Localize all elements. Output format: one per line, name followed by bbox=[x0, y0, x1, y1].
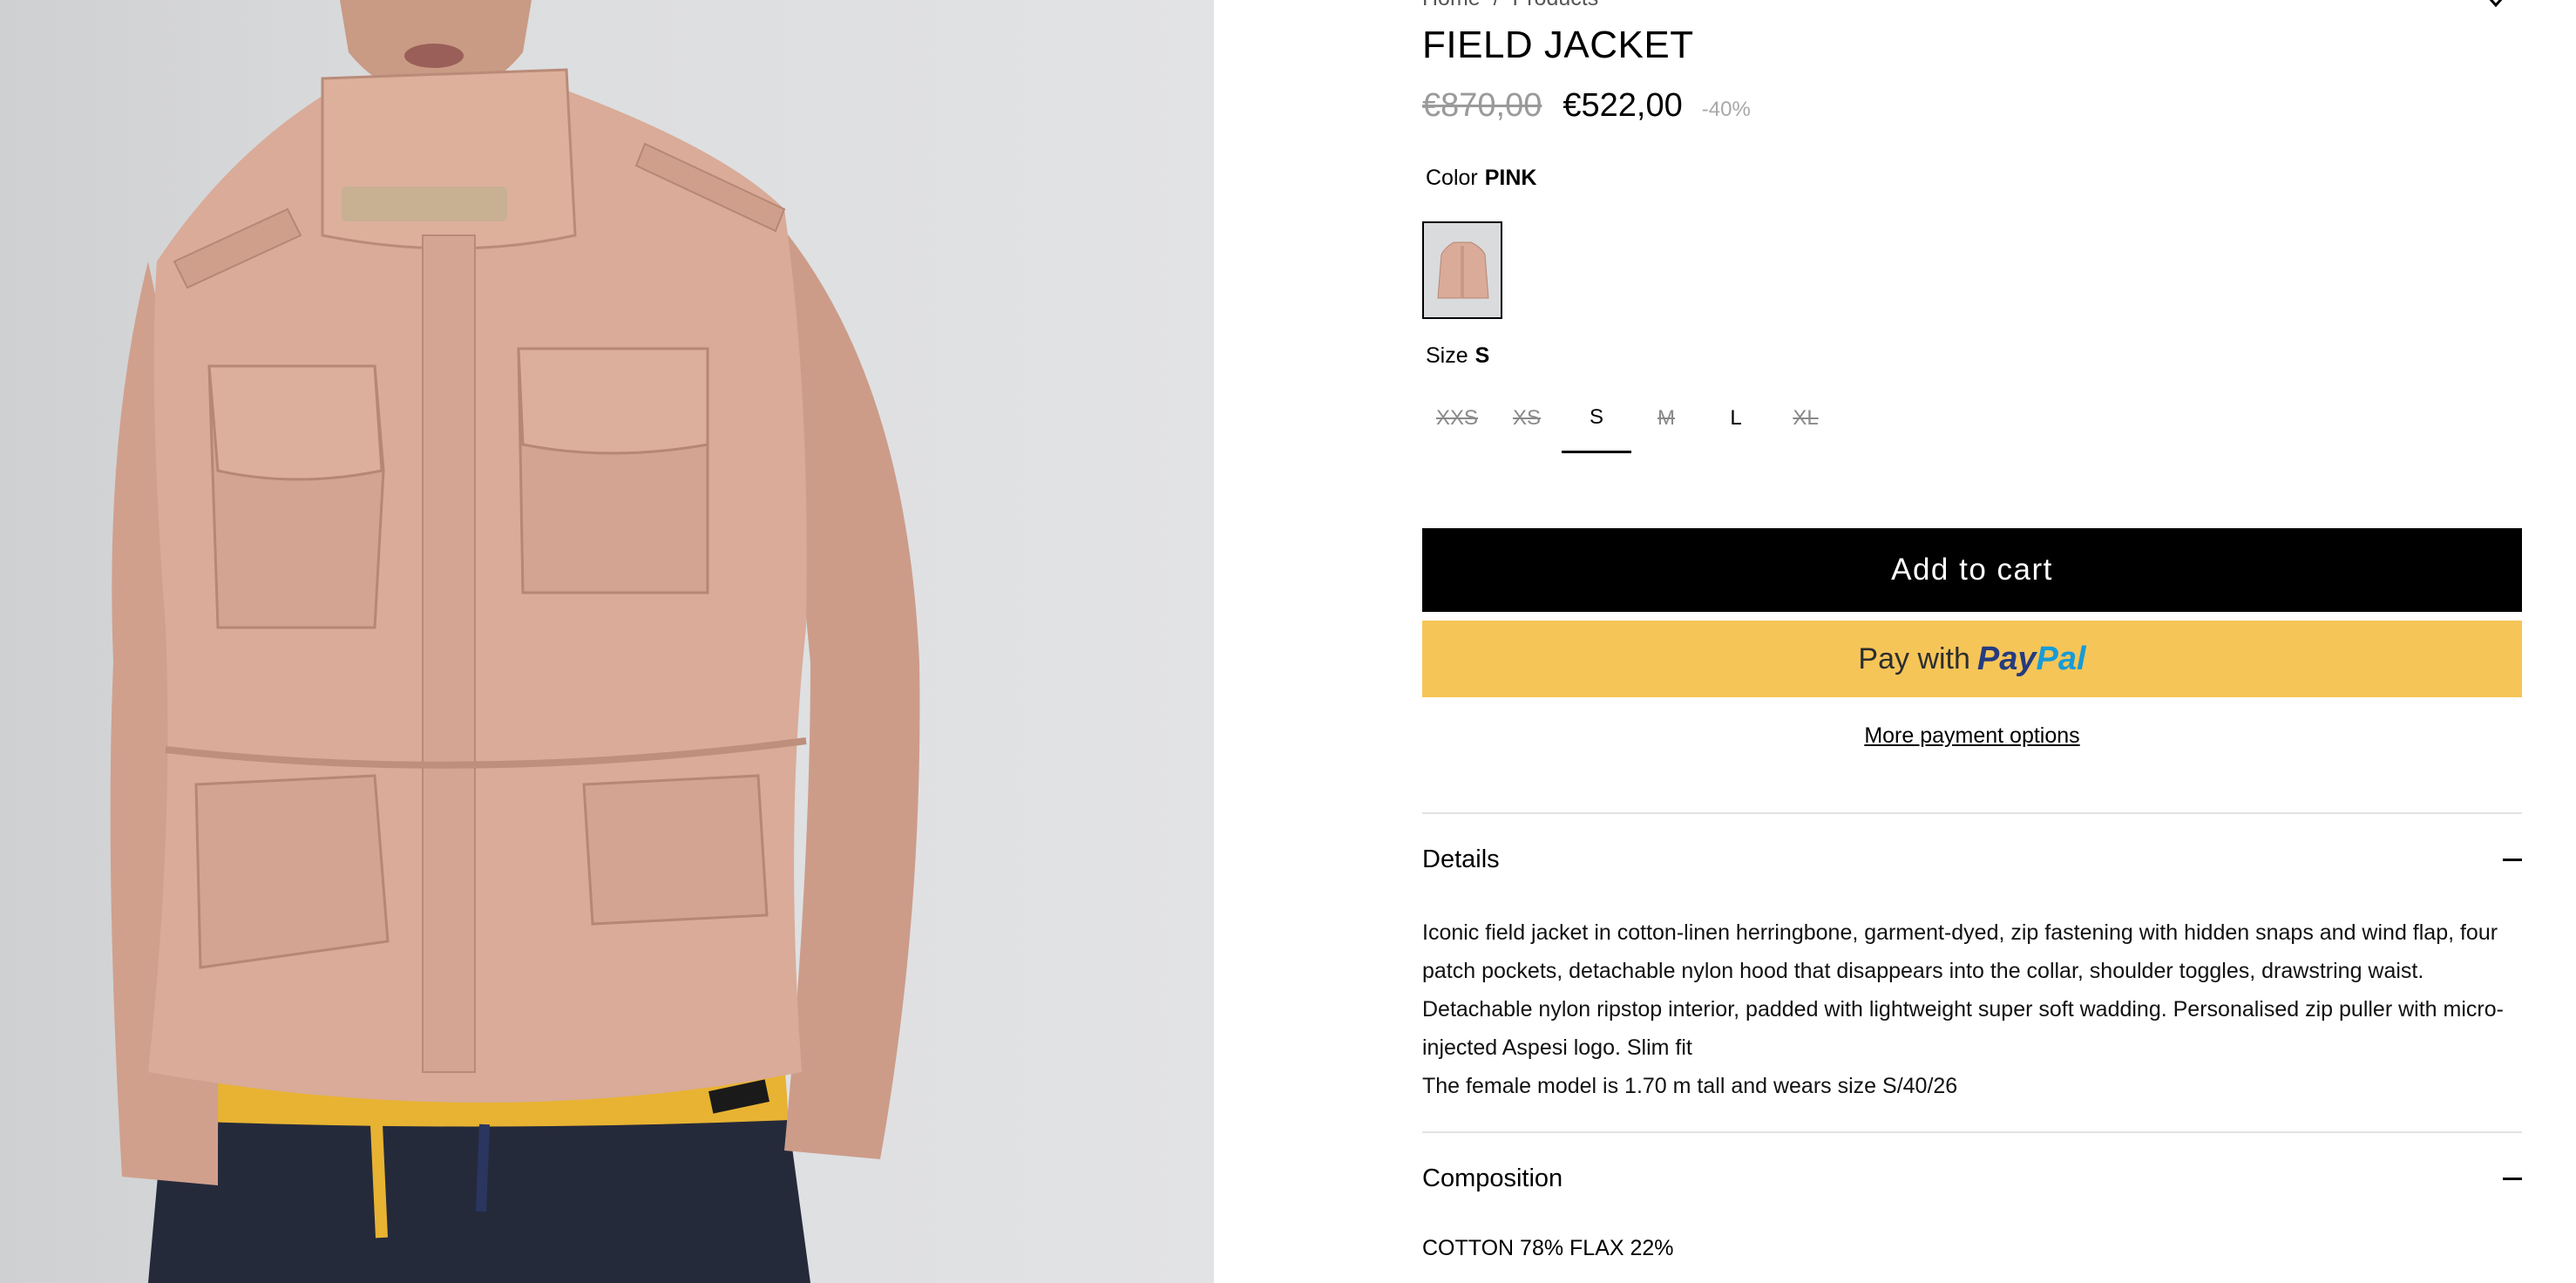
size-label-row: Size S bbox=[1426, 343, 1489, 369]
breadcrumb: Home / Products bbox=[1422, 0, 1598, 11]
divider bbox=[1422, 1131, 2522, 1133]
product-photo-illustration bbox=[110, 0, 920, 1283]
details-content: Iconic field jacket in cotton-linen herr… bbox=[1422, 913, 2522, 1105]
divider bbox=[1422, 812, 2522, 814]
price-row: €870,00 €522,00 -40% bbox=[1422, 87, 1751, 125]
swatch-jacket-thumbnail bbox=[1437, 241, 1489, 299]
more-payment-options-link[interactable]: More payment options bbox=[1422, 723, 2522, 749]
size-option-l[interactable]: L bbox=[1701, 384, 1771, 453]
color-label: Color bbox=[1426, 166, 1478, 190]
color-value: PINK bbox=[1484, 166, 1537, 190]
paypal-button[interactable]: Pay with PayPal bbox=[1422, 621, 2522, 697]
details-description: Iconic field jacket in cotton-linen herr… bbox=[1422, 920, 2504, 1060]
product-image[interactable] bbox=[0, 0, 1214, 1283]
model-size-note: The female model is 1.70 m tall and wear… bbox=[1422, 1074, 1958, 1098]
heart-icon bbox=[2489, 0, 2503, 8]
discount-badge: -40% bbox=[1701, 98, 1751, 121]
paypal-prefix: Pay with bbox=[1858, 642, 1970, 675]
size-option-xxs[interactable]: XXS bbox=[1422, 384, 1492, 453]
paypal-logo: PayPal bbox=[1976, 640, 2086, 677]
breadcrumb-separator: / bbox=[1494, 0, 1500, 11]
size-option-xs[interactable]: XS bbox=[1492, 384, 1562, 453]
original-price: €870,00 bbox=[1422, 87, 1542, 124]
minus-icon bbox=[2503, 858, 2522, 861]
sale-price: €522,00 bbox=[1563, 87, 1683, 124]
add-to-cart-button[interactable]: Add to cart bbox=[1422, 528, 2522, 612]
size-label: Size bbox=[1426, 343, 1468, 368]
breadcrumb-products[interactable]: Products bbox=[1513, 0, 1599, 11]
size-value: S bbox=[1474, 343, 1490, 368]
product-title: FIELD JACKET bbox=[1422, 24, 1694, 66]
composition-title: Composition bbox=[1422, 1164, 1563, 1192]
details-accordion-header[interactable]: Details bbox=[1422, 835, 2522, 884]
size-option-m[interactable]: M bbox=[1631, 384, 1701, 453]
wishlist-button[interactable] bbox=[2478, 0, 2513, 19]
breadcrumb-home[interactable]: Home bbox=[1422, 0, 1481, 11]
size-selector: XXS XS S M L XL bbox=[1422, 384, 1840, 453]
color-swatch-pink[interactable] bbox=[1422, 221, 1502, 319]
color-label-row: Color PINK bbox=[1426, 166, 1536, 191]
composition-content: COTTON 78% FLAX 22% bbox=[1422, 1236, 1674, 1260]
size-option-xl[interactable]: XL bbox=[1771, 384, 1840, 453]
product-info-panel: Home / Products FIELD JACKET €870,00 €52… bbox=[1422, 0, 2522, 1283]
size-option-s[interactable]: S bbox=[1562, 384, 1631, 453]
details-title: Details bbox=[1422, 845, 1500, 873]
minus-icon bbox=[2503, 1177, 2522, 1180]
composition-accordion-header[interactable]: Composition bbox=[1422, 1154, 2522, 1203]
